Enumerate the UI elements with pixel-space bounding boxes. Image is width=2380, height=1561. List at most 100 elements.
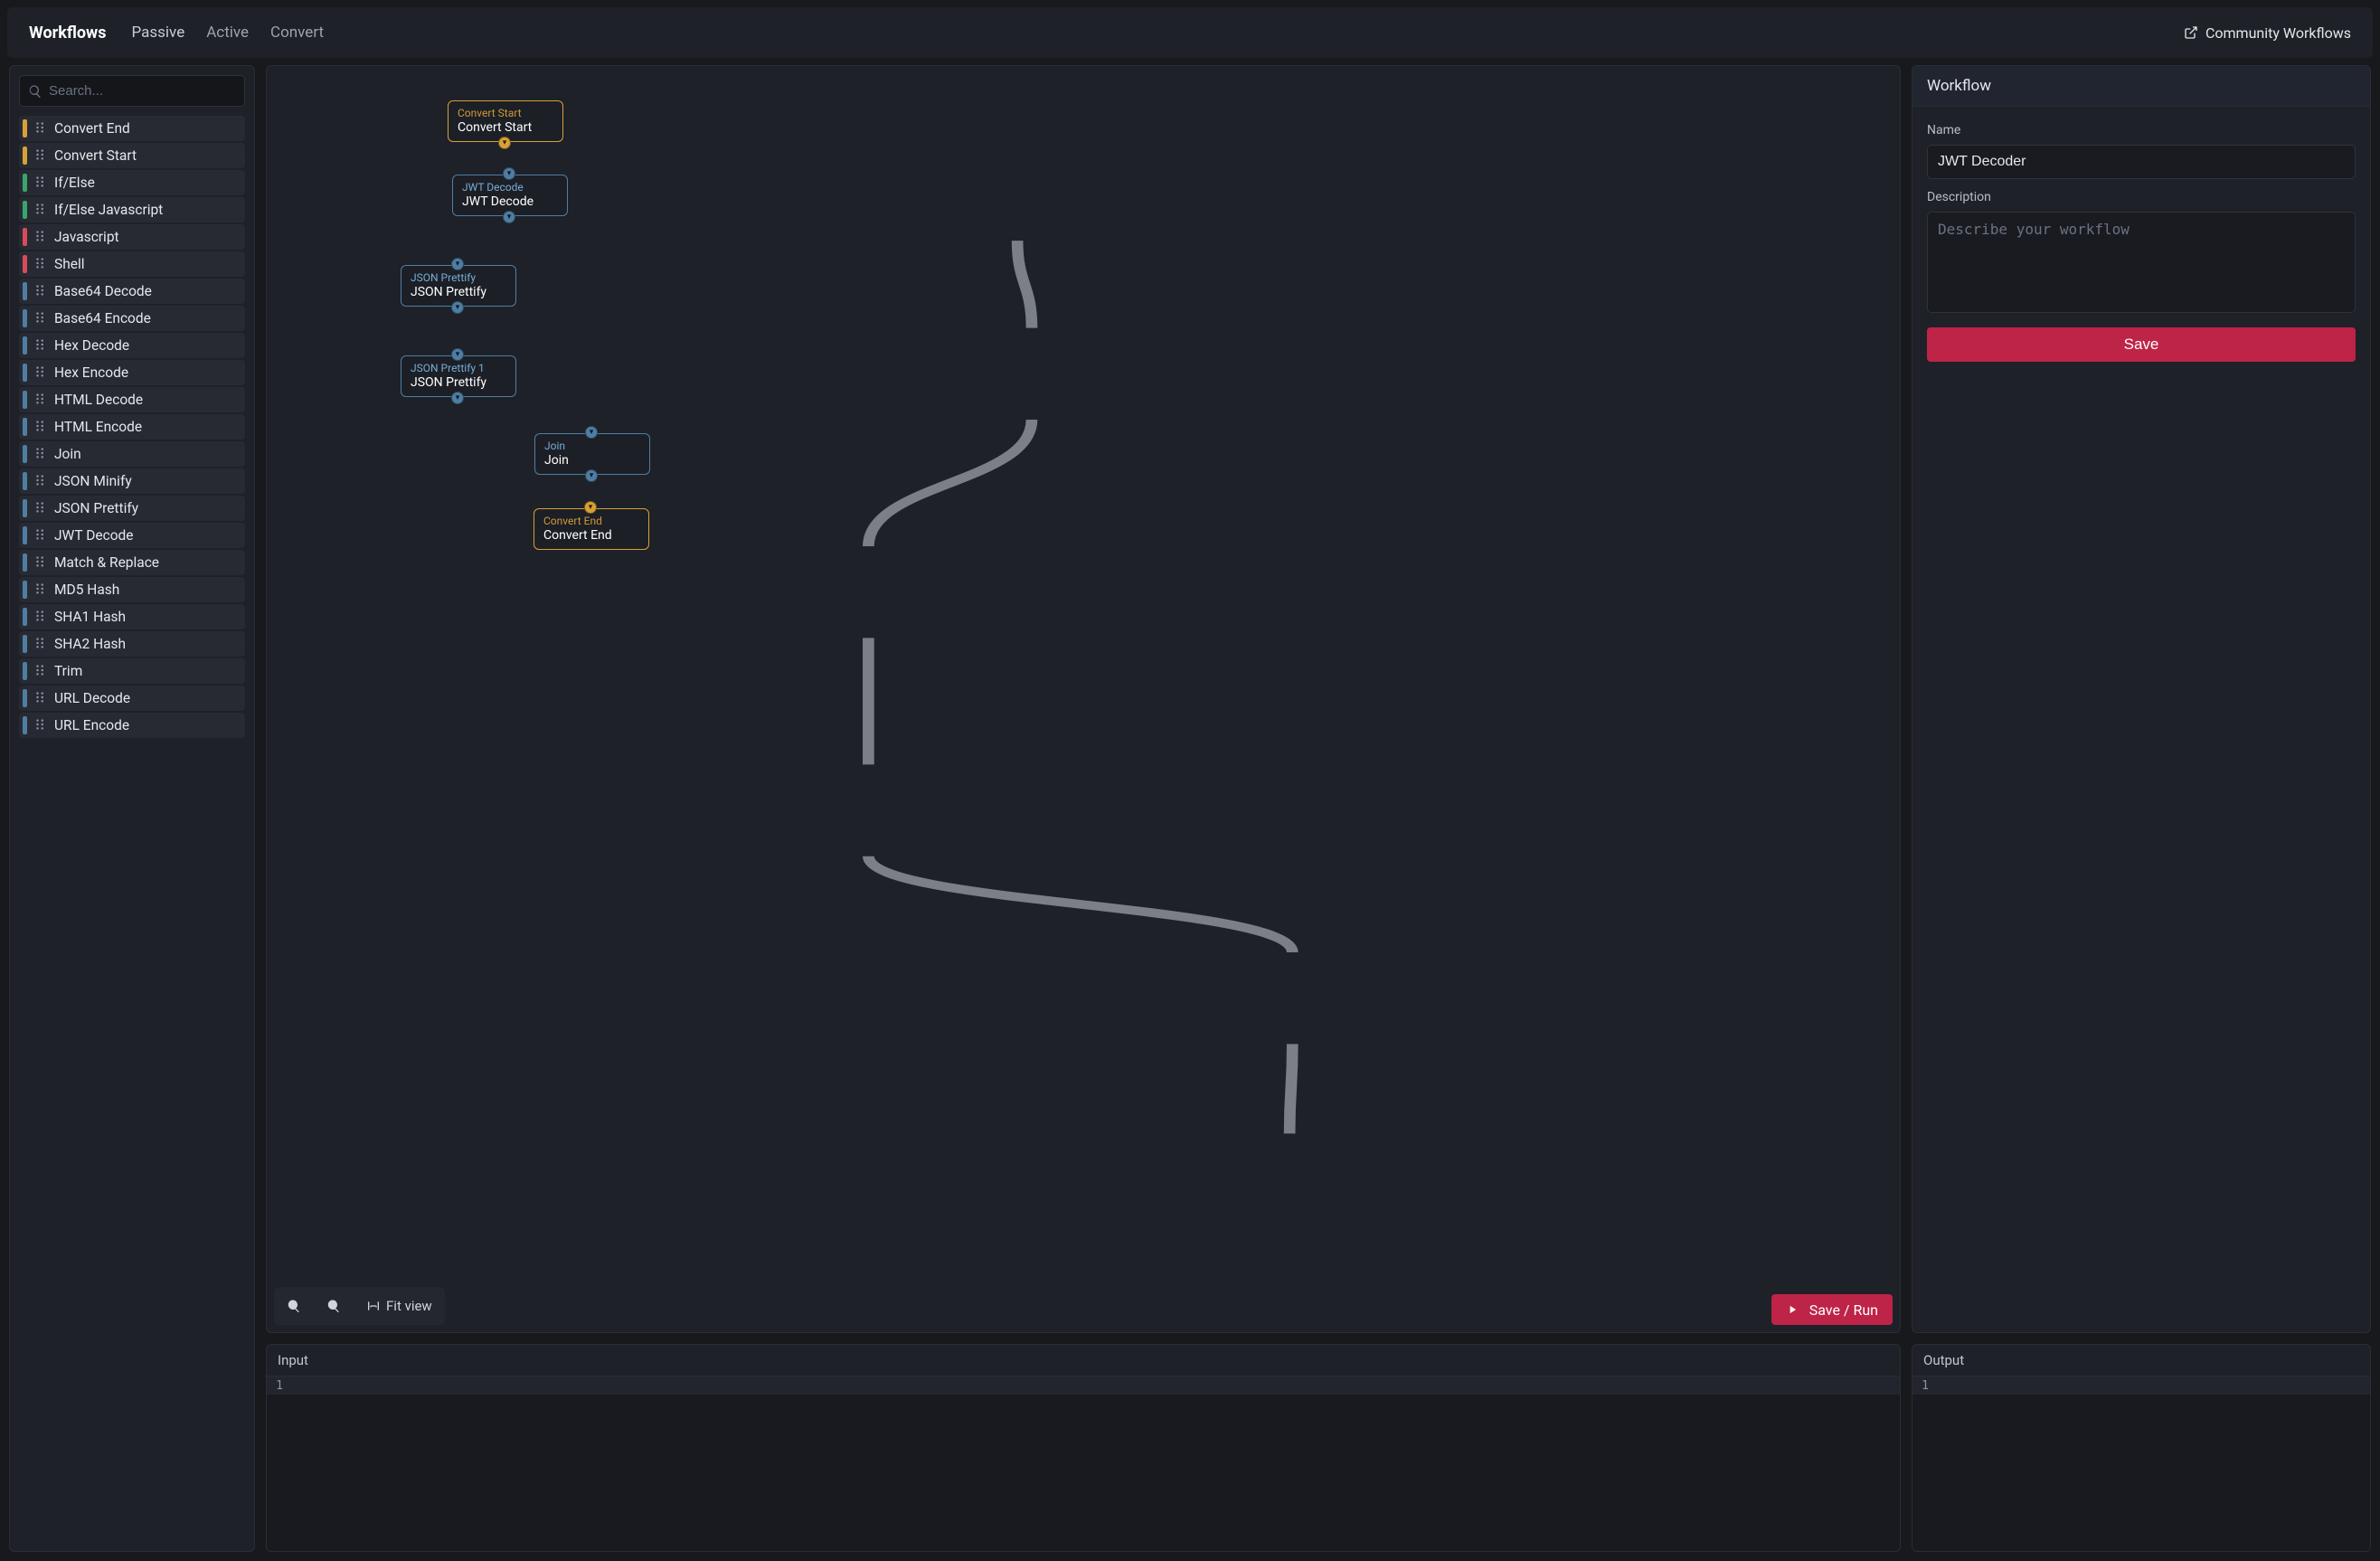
node-type-item[interactable]: Join [19, 441, 245, 467]
node-input-port[interactable] [585, 426, 598, 439]
input-editor[interactable]: 1 [267, 1377, 1900, 1551]
node-color-swatch [23, 147, 27, 165]
flow-node[interactable]: JoinJoin [534, 433, 650, 475]
drag-handle-icon [34, 500, 47, 517]
workflow-description-input[interactable] [1927, 212, 2356, 313]
node-type-label: JWT Decode [54, 527, 134, 544]
node-type-label: SHA2 Hash [54, 636, 126, 652]
tab-active[interactable]: Active [206, 24, 249, 42]
node-type-label: Convert Start [54, 147, 137, 164]
node-type-label: JSON Prettify [54, 500, 138, 516]
save-run-button[interactable]: Save / Run [1771, 1294, 1893, 1325]
drag-handle-icon [34, 337, 47, 355]
node-type-label: If/Else Javascript [54, 202, 163, 218]
node-type-item[interactable]: HTML Decode [19, 387, 245, 412]
node-type-label: MD5 Hash [54, 582, 119, 598]
node-type-item[interactable]: If/Else [19, 170, 245, 195]
node-type-label: Base64 Encode [54, 310, 151, 326]
tab-passive[interactable]: Passive [132, 24, 185, 42]
save-button[interactable]: Save [1927, 327, 2356, 362]
drag-handle-icon [34, 554, 47, 572]
flow-node[interactable]: JSON PrettifyJSON Prettify [401, 265, 516, 307]
node-type-item[interactable]: SHA1 Hash [19, 604, 245, 629]
flow-node[interactable]: Convert EndConvert End [534, 508, 649, 550]
workflow-name-input[interactable] [1927, 145, 2356, 179]
save-run-label: Save / Run [1809, 1301, 1878, 1319]
zoom-in-button[interactable] [326, 1299, 341, 1313]
node-type-label: JSON Minify [54, 473, 132, 489]
output-panel: Output 1 [1912, 1344, 2371, 1552]
drag-handle-icon [34, 364, 47, 382]
flow-node-title: Convert Start [458, 119, 553, 136]
drag-handle-icon [34, 147, 47, 165]
play-icon [1786, 1303, 1799, 1316]
node-color-swatch [23, 553, 27, 572]
description-label: Description [1927, 190, 2356, 204]
node-type-item[interactable]: JSON Minify [19, 468, 245, 494]
node-input-port[interactable] [451, 348, 464, 361]
node-type-item[interactable]: URL Encode [19, 713, 245, 738]
node-input-port[interactable] [584, 501, 597, 514]
topbar-tabs: Passive Active Convert [132, 24, 325, 42]
flow-node[interactable]: JSON Prettify 1JSON Prettify [401, 355, 516, 397]
zoom-out-button[interactable] [287, 1299, 301, 1313]
node-type-item[interactable]: Trim [19, 658, 245, 684]
community-workflows-link[interactable]: Community Workflows [2184, 24, 2351, 42]
sidebar: Convert End Convert Start If/Else If/Else J… [9, 65, 255, 1552]
search-input[interactable] [19, 75, 245, 107]
output-editor[interactable]: 1 [1912, 1377, 2370, 1551]
node-type-label: Javascript [54, 229, 119, 245]
node-color-swatch [23, 336, 27, 355]
node-input-port[interactable] [451, 258, 464, 270]
input-header: Input [267, 1345, 1900, 1377]
node-type-item[interactable]: JWT Decode [19, 523, 245, 548]
node-type-item[interactable]: Hex Encode [19, 360, 245, 385]
node-type-item[interactable]: Base64 Encode [19, 306, 245, 331]
flow-node[interactable]: JWT DecodeJWT Decode [452, 175, 568, 216]
node-type-item[interactable]: JSON Prettify [19, 496, 245, 521]
workflow-panel-header: Workflow [1912, 66, 2370, 107]
flow-canvas[interactable]: Convert StartConvert Start JWT DecodeJWT … [266, 65, 1901, 1333]
node-type-label: Match & Replace [54, 554, 159, 571]
tab-convert[interactable]: Convert [270, 24, 324, 42]
node-type-item[interactable]: Convert Start [19, 143, 245, 168]
drag-handle-icon [34, 419, 47, 436]
node-input-port[interactable] [503, 167, 515, 180]
flow-node-type: Convert Start [458, 107, 553, 119]
workflow-panel: Workflow Name Description Save [1912, 65, 2371, 1333]
node-type-item[interactable]: Convert End [19, 116, 245, 141]
node-type-item[interactable]: URL Decode [19, 686, 245, 711]
node-output-port[interactable] [498, 137, 511, 149]
node-type-item[interactable]: Base64 Decode [19, 279, 245, 304]
flow-node-title: JSON Prettify [411, 374, 506, 391]
node-type-item[interactable]: SHA2 Hash [19, 631, 245, 657]
node-type-label: Hex Decode [54, 337, 129, 354]
node-type-item[interactable]: Hex Decode [19, 333, 245, 358]
node-type-label: URL Decode [54, 690, 130, 706]
flow-node-title: Join [544, 452, 640, 468]
node-type-label: URL Encode [54, 717, 129, 733]
flow-node[interactable]: Convert StartConvert Start [448, 100, 563, 142]
drag-handle-icon [34, 392, 47, 409]
node-type-item[interactable]: Match & Replace [19, 550, 245, 575]
node-type-item[interactable]: If/Else Javascript [19, 197, 245, 222]
drag-handle-icon [34, 636, 47, 653]
input-line-number: 1 [267, 1379, 288, 1393]
drag-handle-icon [34, 256, 47, 273]
node-type-label: Base64 Decode [54, 283, 152, 299]
node-color-swatch [23, 472, 27, 490]
node-type-item[interactable]: HTML Encode [19, 414, 245, 440]
node-output-port[interactable] [585, 469, 598, 482]
fit-view-button[interactable]: Fit view [366, 1298, 432, 1314]
flow-node-type: JWT Decode [462, 181, 558, 194]
node-output-port[interactable] [451, 301, 464, 314]
node-type-item[interactable]: Shell [19, 251, 245, 277]
node-type-item[interactable]: Javascript [19, 224, 245, 250]
node-output-port[interactable] [451, 392, 464, 404]
node-type-item[interactable]: MD5 Hash [19, 577, 245, 602]
node-color-swatch [23, 581, 27, 599]
node-color-swatch [23, 499, 27, 517]
node-color-swatch [23, 364, 27, 382]
node-output-port[interactable] [503, 211, 515, 223]
node-color-swatch [23, 635, 27, 653]
